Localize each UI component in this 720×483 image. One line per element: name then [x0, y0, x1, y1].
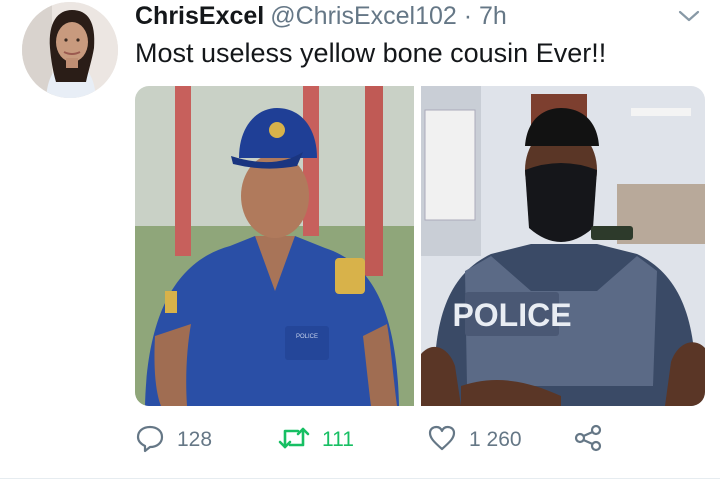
- media-photo-right[interactable]: POLICE: [421, 86, 705, 406]
- share-button[interactable]: [573, 420, 603, 460]
- avatar-photo: [22, 2, 118, 98]
- time-separator: ·: [456, 2, 480, 30]
- reply-icon: [135, 423, 165, 458]
- left-pocket-text: POLICE: [296, 334, 318, 340]
- tweet-time[interactable]: 7h: [479, 2, 507, 30]
- chevron-down-icon[interactable]: [677, 6, 701, 26]
- display-name[interactable]: ChrisExcel: [135, 2, 264, 30]
- share-icon: [573, 423, 603, 458]
- retweet-count: 111: [322, 428, 354, 451]
- reply-count: 128: [177, 428, 213, 451]
- tweet-card[interactable]: ChrisExcel @ChrisExcel102 · 7h Most usele…: [0, 0, 720, 483]
- like-button[interactable]: 1 260: [427, 420, 522, 460]
- tweet-header: ChrisExcel @ChrisExcel102 · 7h: [135, 2, 507, 32]
- right-vest-text: POLICE: [452, 297, 571, 333]
- tweet-media[interactable]: POLICE POLICE: [135, 86, 705, 406]
- avatar[interactable]: [22, 2, 118, 98]
- like-icon: [427, 423, 457, 458]
- media-photo-left[interactable]: POLICE: [135, 86, 414, 406]
- user-handle[interactable]: @ChrisExcel102: [270, 2, 457, 30]
- retweet-icon: [278, 423, 310, 458]
- reply-button[interactable]: 128: [135, 420, 212, 460]
- tweet-actions: 128 111 1 260: [135, 420, 705, 460]
- tweet-text: Most useless yellow bone cousin Ever!!: [135, 38, 607, 68]
- retweet-button[interactable]: 111: [278, 420, 354, 460]
- divider: [0, 478, 720, 479]
- like-count: 1 260: [469, 428, 522, 451]
